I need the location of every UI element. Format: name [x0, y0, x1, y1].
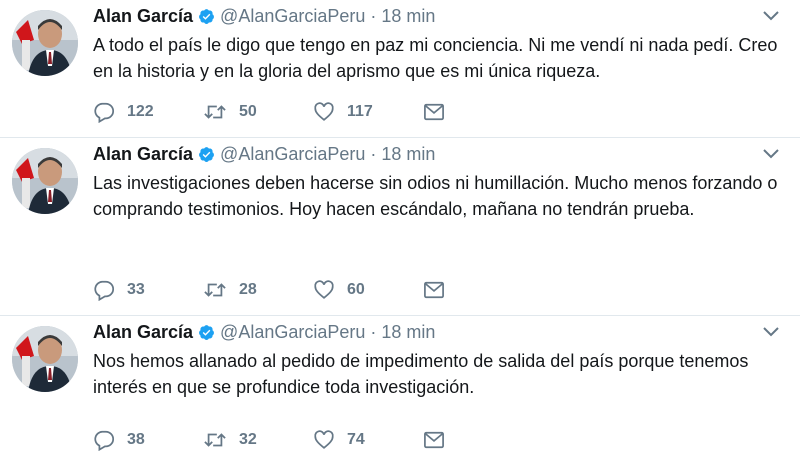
tweet-actions: 33 28 60	[93, 278, 453, 302]
like-button[interactable]: 60	[313, 279, 423, 301]
tweet-actions: 38 32 74	[93, 428, 453, 452]
user-handle[interactable]: @AlanGarciaPeru	[220, 144, 365, 165]
heart-icon	[313, 279, 335, 301]
reply-count: 33	[127, 281, 145, 298]
tweet[interactable]: Alan García @AlanGarciaPeru · 18 min A t…	[0, 0, 800, 138]
like-button[interactable]: 74	[313, 429, 423, 451]
tweet-text: Nos hemos allanado al pedido de impedime…	[93, 351, 749, 397]
envelope-icon	[423, 430, 445, 450]
tweet-header: Alan García @AlanGarciaPeru · 18 min	[93, 320, 435, 344]
retweet-count: 32	[239, 431, 257, 448]
reply-icon	[93, 429, 115, 451]
avatar[interactable]	[12, 148, 78, 214]
tweet-timestamp[interactable]: 18 min	[381, 144, 435, 165]
tweet-header: Alan García @AlanGarciaPeru · 18 min	[93, 142, 435, 166]
retweet-button[interactable]: 32	[203, 429, 313, 451]
tweet-text: Las investigaciones deben hacerse sin od…	[93, 173, 778, 219]
tweet-timestamp[interactable]: 18 min	[381, 322, 435, 343]
reply-button[interactable]: 38	[93, 429, 203, 451]
envelope-icon	[423, 102, 445, 122]
chevron-down-icon[interactable]	[762, 147, 780, 161]
retweet-count: 50	[239, 103, 257, 120]
direct-message-button[interactable]	[423, 102, 453, 122]
like-count: 74	[347, 431, 365, 448]
user-name[interactable]: Alan García	[93, 322, 193, 343]
avatar[interactable]	[12, 10, 78, 76]
direct-message-button[interactable]	[423, 430, 453, 450]
user-name[interactable]: Alan García	[93, 6, 193, 27]
tweet-timestamp[interactable]: 18 min	[381, 6, 435, 27]
tweet-actions: 122 50 117	[93, 100, 453, 124]
like-count: 117	[347, 103, 373, 120]
user-name[interactable]: Alan García	[93, 144, 193, 165]
chevron-down-icon[interactable]	[762, 325, 780, 339]
heart-icon	[313, 101, 335, 123]
tweet-timeline: Alan García @AlanGarciaPeru · 18 min A t…	[0, 0, 800, 452]
chevron-down-icon[interactable]	[762, 9, 780, 23]
reply-count: 38	[127, 431, 145, 448]
tweet-text: A todo el país le digo que tengo en paz …	[93, 35, 778, 81]
retweet-button[interactable]: 50	[203, 101, 313, 123]
reply-icon	[93, 279, 115, 301]
direct-message-button[interactable]	[423, 280, 453, 300]
retweet-icon	[203, 101, 227, 123]
separator-dot: ·	[370, 5, 377, 26]
retweet-count: 28	[239, 281, 257, 298]
tweet[interactable]: Alan García @AlanGarciaPeru · 18 min Las…	[0, 138, 800, 316]
verified-badge-icon	[198, 8, 215, 25]
tweet-header: Alan García @AlanGarciaPeru · 18 min	[93, 4, 435, 28]
reply-button[interactable]: 122	[93, 101, 203, 123]
reply-icon	[93, 101, 115, 123]
like-count: 60	[347, 281, 365, 298]
avatar[interactable]	[12, 326, 78, 392]
retweet-button[interactable]: 28	[203, 279, 313, 301]
reply-count: 122	[127, 103, 154, 120]
heart-icon	[313, 429, 335, 451]
user-handle[interactable]: @AlanGarciaPeru	[220, 6, 365, 27]
verified-badge-icon	[198, 324, 215, 341]
envelope-icon	[423, 280, 445, 300]
verified-badge-icon	[198, 146, 215, 163]
tweet[interactable]: Alan García @AlanGarciaPeru · 18 min Nos…	[0, 316, 800, 452]
retweet-icon	[203, 429, 227, 451]
retweet-icon	[203, 279, 227, 301]
reply-button[interactable]: 33	[93, 279, 203, 301]
user-handle[interactable]: @AlanGarciaPeru	[220, 322, 365, 343]
like-button[interactable]: 117	[313, 101, 423, 123]
separator-dot: ·	[370, 321, 377, 342]
separator-dot: ·	[370, 143, 377, 164]
